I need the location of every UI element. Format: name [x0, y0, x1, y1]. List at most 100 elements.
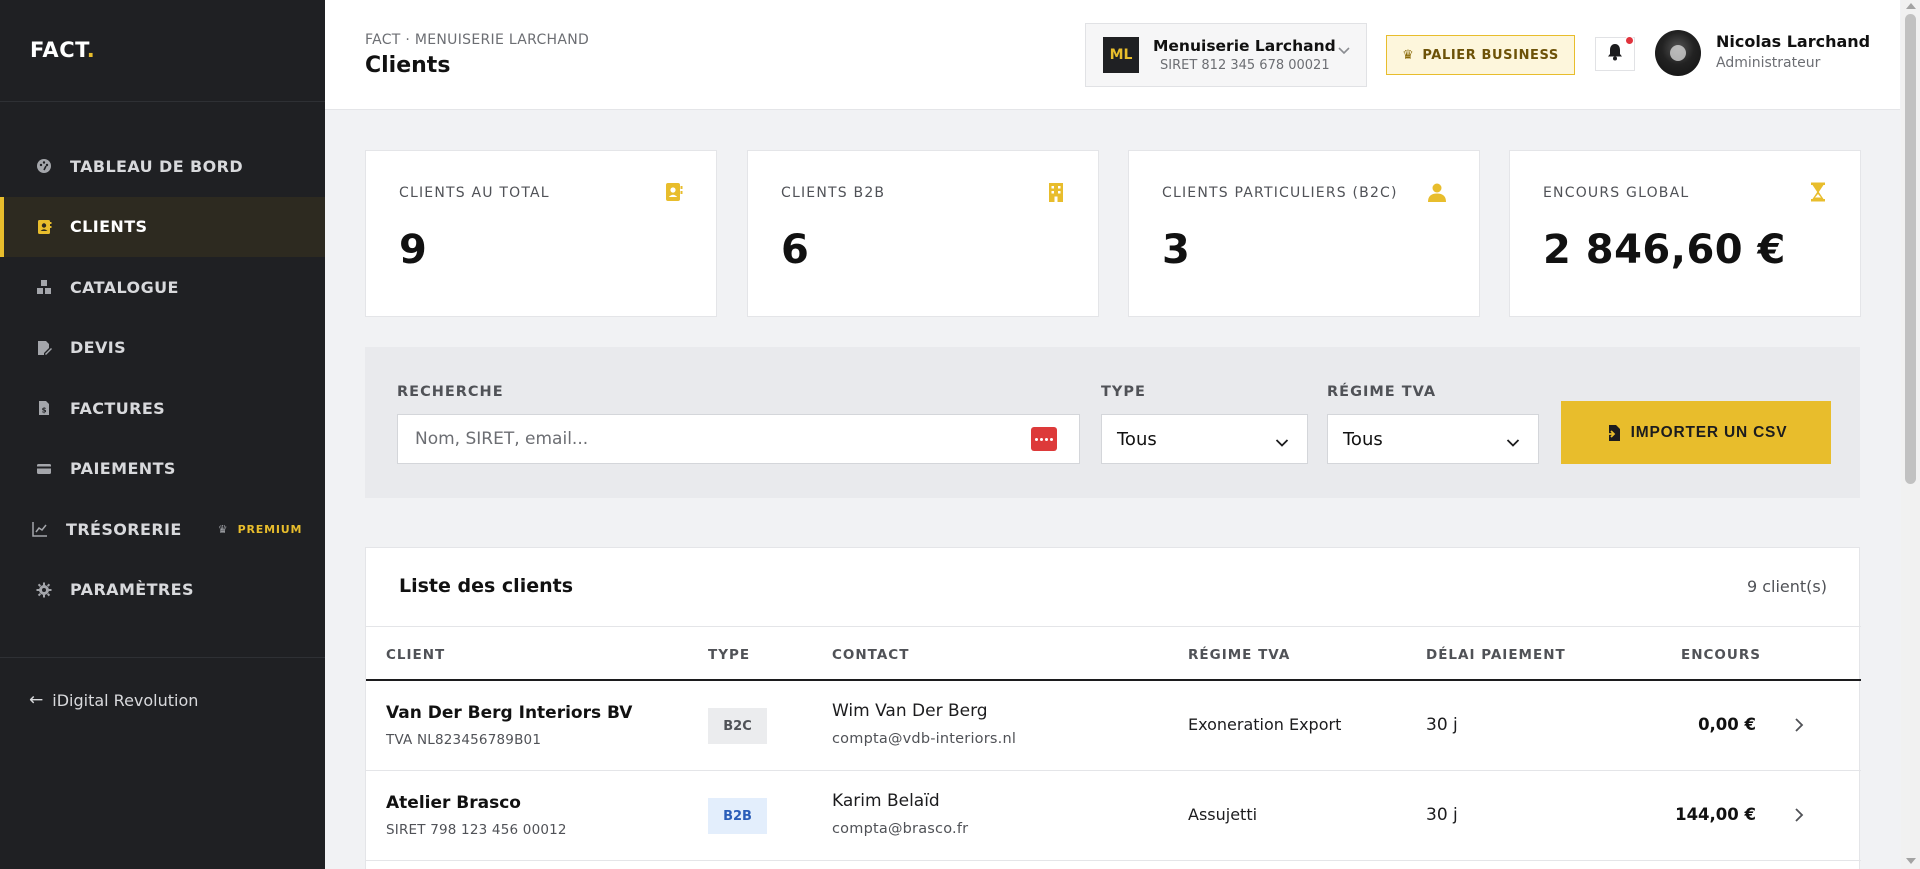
- app-logo[interactable]: FACT.: [30, 38, 95, 62]
- sidebar-divider: [0, 101, 325, 102]
- back-link-label: iDigital Revolution: [52, 690, 199, 710]
- client-name: Atelier Brasco: [386, 793, 521, 813]
- stat-card-b2b: CLIENTS B2B 6: [747, 150, 1099, 317]
- client-identifier: SIRET 798 123 456 00012: [386, 822, 567, 838]
- company-switcher[interactable]: ML Menuiserie Larchand SIRET 812 345 678…: [1085, 23, 1367, 87]
- sidebar-item-devis[interactable]: DEVIS: [0, 318, 325, 379]
- sidebar-item-catalogue[interactable]: CATALOGUE: [0, 257, 325, 318]
- column-header-delai[interactable]: DÉLAI PAIEMENT: [1426, 647, 1566, 663]
- column-header-tva[interactable]: RÉGIME TVA: [1188, 647, 1290, 663]
- search-label: RECHERCHE: [397, 384, 504, 400]
- import-csv-label: IMPORTER UN CSV: [1630, 423, 1788, 441]
- type-select[interactable]: Tous: [1101, 414, 1308, 464]
- contact-name: Karim Belaïd: [832, 791, 940, 811]
- scroll-up-arrow-icon[interactable]: [1906, 3, 1916, 9]
- stat-label: CLIENTS AU TOTAL: [399, 185, 550, 201]
- user-role: Administrateur: [1716, 55, 1821, 71]
- contact-email: compta@vdb-interiors.nl: [832, 731, 1017, 747]
- scrollbar-thumb[interactable]: [1905, 14, 1916, 484]
- tva-select-value: Tous: [1343, 428, 1383, 450]
- payment-delay: 30 j: [1426, 805, 1458, 825]
- contact-email: compta@brasco.fr: [832, 821, 969, 837]
- stat-value: 3: [1162, 227, 1191, 273]
- outstanding-amount: 0,00 €: [1698, 715, 1756, 734]
- tva-regime: Exoneration Export: [1188, 715, 1342, 734]
- sidebar-item-label: TABLEAU DE BORD: [70, 156, 244, 176]
- type-badge: B2B: [708, 798, 767, 834]
- company-avatar: ML: [1103, 37, 1139, 73]
- page-title: Clients: [365, 53, 451, 78]
- chevron-right-icon[interactable]: [1794, 807, 1804, 827]
- table-header: CLIENT TYPE CONTACT RÉGIME TVA DÉLAI PAI…: [366, 626, 1861, 681]
- column-header-client[interactable]: CLIENT: [386, 647, 445, 663]
- tva-regime: Assujetti: [1188, 805, 1258, 824]
- company-siret: SIRET 812 345 678 00021: [1160, 58, 1330, 73]
- invoice-icon: $: [36, 400, 52, 416]
- file-import-icon: [1605, 424, 1621, 442]
- boxes-icon: [36, 279, 52, 295]
- stat-value: 6: [781, 227, 810, 273]
- user-avatar[interactable]: [1655, 30, 1701, 76]
- stat-card-b2c: CLIENTS PARTICULIERS (B2C) 3: [1128, 150, 1480, 317]
- sidebar-item-parametres[interactable]: PARAMÈTRES: [0, 560, 325, 621]
- list-count: 9 client(s): [1746, 577, 1827, 596]
- stat-value: 9: [399, 227, 428, 273]
- arrow-left-icon: ←: [29, 690, 44, 710]
- svg-text:$: $: [42, 407, 47, 415]
- type-badge: B2C: [708, 708, 767, 744]
- sidebar-item-label: CATALOGUE: [70, 277, 179, 297]
- stat-card-total: CLIENTS AU TOTAL 9: [365, 150, 717, 317]
- top-header: FACT · MENUISERIE LARCHAND Clients ML Me…: [325, 0, 1900, 110]
- person-icon: [1427, 182, 1447, 202]
- back-link[interactable]: ← iDigital Revolution: [29, 690, 198, 710]
- page-scrollbar[interactable]: [1901, 0, 1920, 869]
- chevron-down-icon: [1506, 432, 1520, 453]
- sidebar-item-paiements[interactable]: PAIEMENTS: [0, 439, 325, 500]
- outstanding-amount: 144,00 €: [1675, 805, 1756, 824]
- notification-dot: [1625, 36, 1634, 45]
- sidebar-item-clients[interactable]: CLIENTS: [0, 196, 325, 257]
- sidebar-item-tresorerie[interactable]: TRÉSORERIE ♛ PREMIUM: [0, 499, 325, 560]
- sidebar-item-tableau-de-bord[interactable]: TABLEAU DE BORD: [0, 136, 325, 197]
- client-name: Van Der Berg Interiors BV: [386, 703, 633, 723]
- tva-label: RÉGIME TVA: [1327, 384, 1437, 400]
- bell-icon: [1607, 43, 1623, 65]
- credit-card-icon: [36, 461, 52, 477]
- contacts-icon: [36, 219, 52, 235]
- quote-edit-icon: [36, 340, 52, 356]
- table-row[interactable]: Van Der Berg Interiors BV TVA NL82345678…: [366, 681, 1861, 771]
- crown-icon: ♛: [217, 522, 228, 536]
- sidebar-item-label: PAIEMENTS: [70, 459, 176, 479]
- chart-line-icon: [32, 521, 48, 537]
- table-row[interactable]: Atelier Brasco SIRET 798 123 456 00012 B…: [366, 771, 1861, 861]
- password-manager-icon[interactable]: [1031, 427, 1057, 451]
- sidebar-item-label: PARAMÈTRES: [70, 580, 194, 600]
- chevron-right-icon[interactable]: [1794, 717, 1804, 737]
- sidebar-item-label: TRÉSORERIE: [66, 519, 182, 539]
- tier-badge[interactable]: ♛ PALIER BUSINESS: [1386, 35, 1575, 75]
- user-name: Nicolas Larchand: [1716, 32, 1871, 51]
- chevron-down-icon: [1337, 45, 1351, 60]
- dashboard-icon: [36, 158, 52, 174]
- sidebar-item-label: DEVIS: [70, 338, 127, 358]
- stat-label: CLIENTS PARTICULIERS (B2C): [1162, 185, 1398, 201]
- stat-value: 2 846,60 €: [1543, 227, 1786, 273]
- import-csv-button[interactable]: IMPORTER UN CSV: [1561, 401, 1831, 464]
- tva-select[interactable]: Tous: [1327, 414, 1539, 464]
- sidebar-item-label: CLIENTS: [70, 217, 148, 237]
- search-input[interactable]: [397, 414, 1080, 464]
- list-title: Liste des clients: [399, 575, 574, 597]
- client-identifier: TVA NL823456789B01: [386, 732, 542, 748]
- sidebar-item-factures[interactable]: $ FACTURES: [0, 378, 325, 439]
- contact-name: Wim Van Der Berg: [832, 701, 988, 721]
- column-header-contact[interactable]: CONTACT: [832, 647, 909, 663]
- stat-label: CLIENTS B2B: [781, 185, 886, 201]
- stat-card-encours: ENCOURS GLOBAL 2 846,60 €: [1509, 150, 1861, 317]
- sidebar: FACT. TABLEAU DE BORD CLIENTS CATALOGUE …: [0, 0, 325, 869]
- scroll-down-arrow-icon[interactable]: [1906, 858, 1916, 864]
- chevron-down-icon: [1275, 432, 1289, 453]
- notifications-button[interactable]: [1595, 36, 1635, 71]
- filter-panel: RECHERCHE TYPE Tous RÉGIME TVA Tous IMPO…: [365, 347, 1860, 498]
- column-header-encours[interactable]: ENCOURS: [1681, 647, 1761, 663]
- column-header-type[interactable]: TYPE: [708, 647, 750, 663]
